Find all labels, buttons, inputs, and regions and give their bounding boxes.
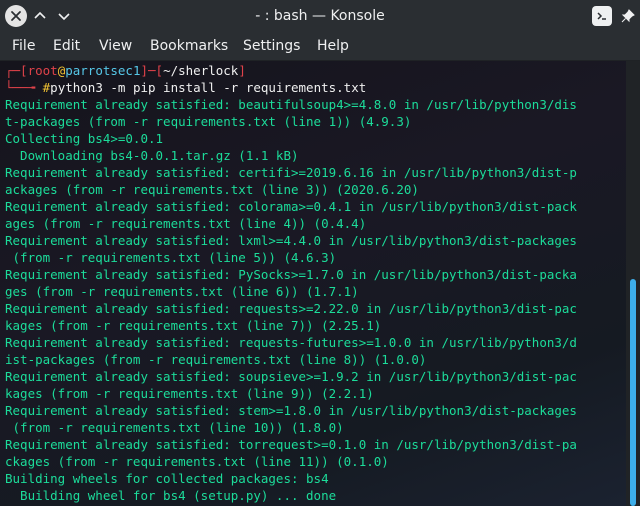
output-line: Requirement already satisfied: soupsieve… [5,369,577,384]
output-line: Collecting bs4>=0.0.1 [5,131,164,146]
window-menu-button[interactable] [592,6,612,26]
output-line: (from -r requirements.txt (line 10)) (1.… [5,420,344,435]
output-line: ackages (from -r requirements.txt (line … [5,182,419,197]
prompt-frame-top: ┌─[ [5,63,28,78]
prompt-line-2: └──╼ #python3 -m pip install -r requirem… [5,79,366,96]
output-line: Requirement already satisfied: beautiful… [5,97,577,112]
window-title: - : bash — Konsole [255,8,385,24]
output-line: Requirement already satisfied: requests>… [5,301,577,316]
output-line: ckages (from -r requirements.txt (line 1… [5,454,389,469]
prompt-line-1: ┌─[root@parrotsec1]─[~/sherlock] [5,62,246,79]
output-line: ages (from -r requirements.txt (line 4))… [5,216,367,231]
menu-edit[interactable]: Edit [51,32,82,60]
prompt-frame-bottom: └──╼ [5,80,43,95]
output-line: kages (from -r requirements.txt (line 9)… [5,386,374,401]
prompt-host: parrotsec1 [65,63,141,78]
prompt-frame-end: ] [238,63,246,78]
pin-button[interactable] [617,5,639,27]
menu-settings[interactable]: Settings [241,32,302,60]
output-line: Building wheels for collected packages: … [5,471,329,486]
terminal-icon [597,12,606,20]
output-line: Requirement already satisfied: torreques… [5,437,577,452]
output-line: Downloading bs4-0.0.1.tar.gz (1.1 kB) [5,148,299,163]
output-line: t-packages (from -r requirements.txt (li… [5,114,412,129]
menu-help[interactable]: Help [315,32,351,60]
output-line: Requirement already satisfied: colorama>… [5,199,577,214]
title-bar: - : bash — Konsole [0,0,640,32]
menu-view[interactable]: View [97,32,134,60]
output-line: Building wheel for bs4 (setup.py) ... do… [5,488,337,503]
output-line: Requirement already satisfied: certifi>=… [5,165,577,180]
output-line: Requirement already satisfied: PySocks>=… [5,267,577,282]
prompt-user: root [27,63,58,78]
prompt-frame-mid: ]─[ [140,63,164,78]
output-line: Requirement already satisfied: requests-… [5,335,577,350]
output-line: Requirement already satisfied: stem>=1.8… [5,403,577,418]
pin-icon [621,9,635,23]
scrollbar-thumb[interactable] [630,279,636,506]
prompt-path: ~/sherlock [163,63,239,78]
output-line: (from -r requirements.txt (line 5)) (4.6… [5,250,337,265]
output-line: ist-packages (from -r requirements.txt (… [5,352,427,367]
terminal-view[interactable]: ┌─[root@parrotsec1]─[~/sherlock] └──╼ #p… [0,61,626,506]
menu-bookmarks[interactable]: Bookmarks [148,32,230,60]
command-text: python3 -m pip install -r requirements.t… [50,80,367,95]
menu-file[interactable]: File [10,32,37,60]
output-line: Requirement already satisfied: lxml>=4.4… [5,233,577,248]
output-line: ges (from -r requirements.txt (line 6)) … [5,284,359,299]
output-line: kages (from -r requirements.txt (line 7)… [5,318,382,333]
menu-bar: File Edit View Bookmarks Settings Help [0,32,640,61]
vertical-scrollbar[interactable] [626,61,640,506]
